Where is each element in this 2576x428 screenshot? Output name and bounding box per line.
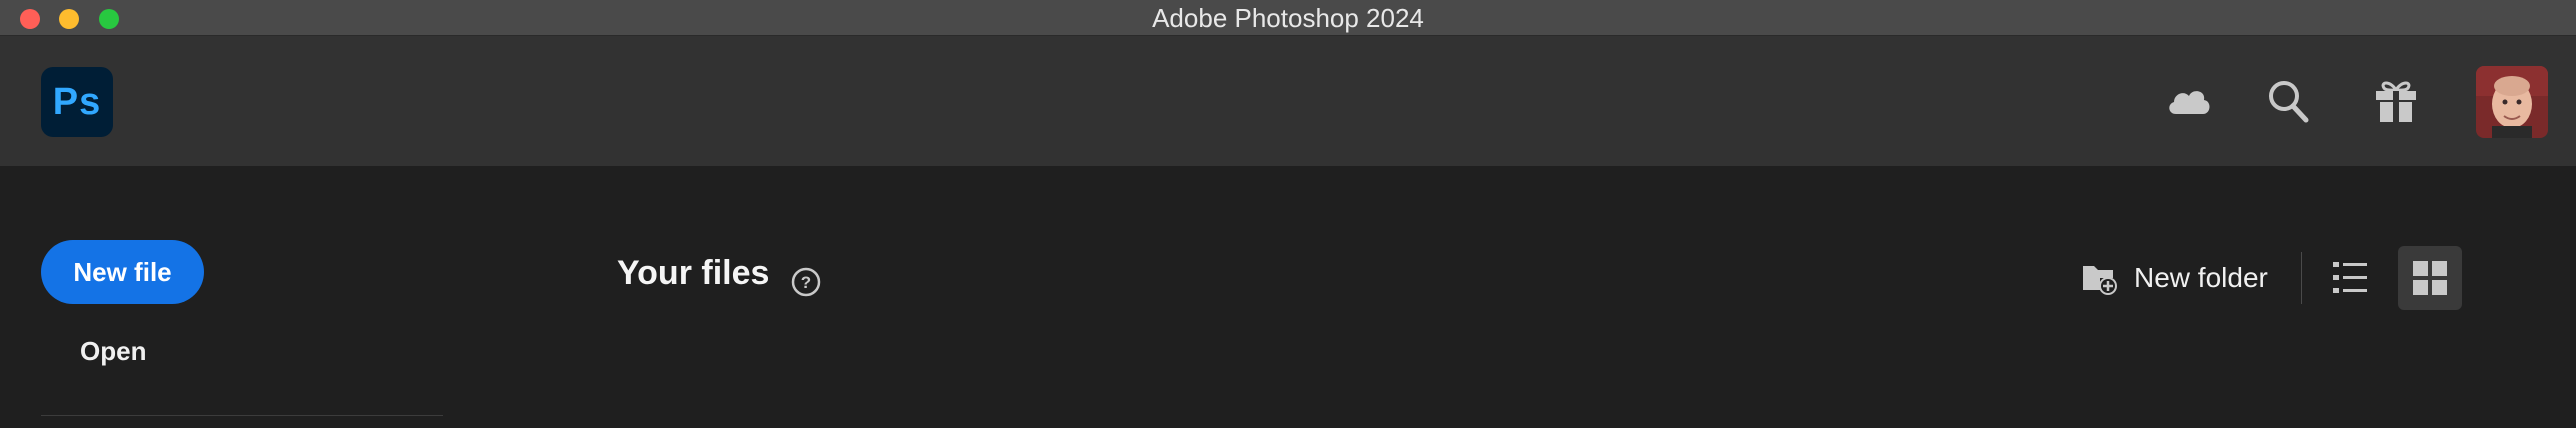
sidebar-divider [41,415,443,416]
grid-view-button[interactable] [2398,246,2462,310]
new-folder-label: New folder [2134,262,2268,293]
open-button[interactable]: Open [80,336,146,367]
window-title: Adobe Photoshop 2024 [1152,3,1424,33]
svg-text:?: ? [801,273,811,292]
grid-view-icon [2413,261,2447,295]
new-file-button[interactable]: New file [41,240,204,304]
toolbar-divider [2301,252,2302,304]
title-bar: Adobe Photoshop 2024 [0,0,2576,36]
new-folder-button[interactable]: New folder [2080,256,2268,300]
help-icon[interactable]: ? [790,266,822,298]
page-title: Your files [617,254,770,292]
cloud-icon[interactable] [2164,76,2214,126]
new-folder-icon [2083,266,2117,295]
photoshop-logo[interactable]: Ps [41,67,113,137]
user-avatar[interactable] [2476,66,2548,138]
search-icon[interactable] [2266,76,2310,126]
list-view-icon[interactable] [2330,258,2370,298]
app-header: Ps [0,36,2576,166]
gift-icon[interactable] [2372,76,2420,126]
